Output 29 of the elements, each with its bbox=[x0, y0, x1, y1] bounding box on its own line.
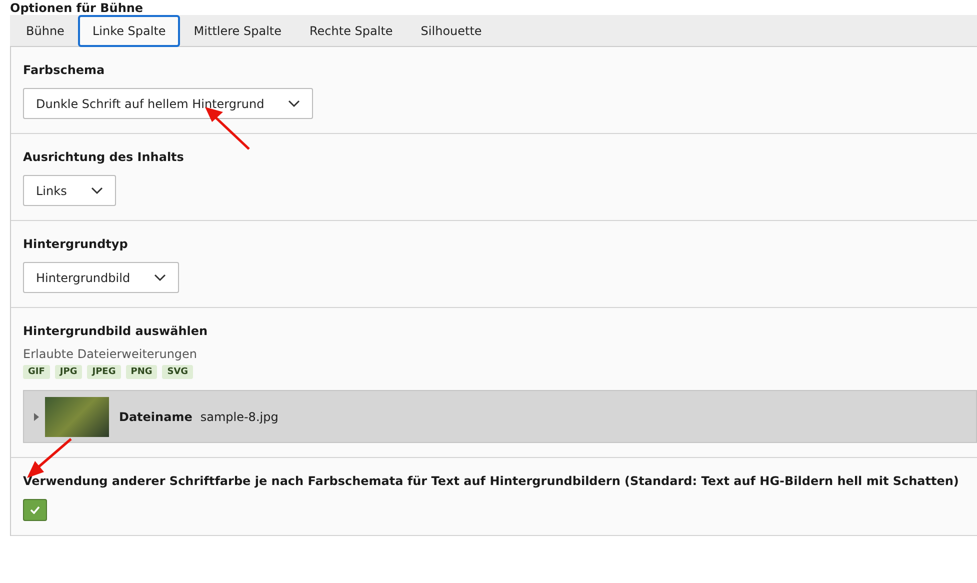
chevron-down-icon bbox=[90, 186, 103, 194]
field-label: Farbschema bbox=[23, 63, 106, 77]
extension-tag: JPEG bbox=[87, 365, 121, 379]
extension-tag: JPG bbox=[54, 365, 82, 379]
tab[interactable]: Mittlere Spalte bbox=[180, 15, 296, 47]
field-label: Hintergrundtyp bbox=[23, 237, 129, 251]
field-label: Ausrichtung des Inhalts bbox=[23, 150, 185, 164]
chevron-down-icon bbox=[288, 100, 300, 108]
select-dropdown[interactable]: Links bbox=[23, 175, 116, 206]
field-label: Verwendung anderer Schriftfarbe je nach Farbschemata für Text auf Hintergrundbildern (Standard: Text auf HG-Bildern hell mit Schatten) bbox=[23, 474, 960, 488]
tab[interactable]: Rechte Spalte bbox=[296, 15, 407, 47]
tab[interactable]: Linke Spalte bbox=[78, 15, 180, 47]
tab[interactable]: Silhouette bbox=[406, 15, 496, 47]
checkbox[interactable] bbox=[23, 499, 47, 521]
chevron-down-icon bbox=[154, 274, 166, 282]
extension-tag: SVG bbox=[162, 365, 194, 379]
select-dropdown[interactable]: Hintergrundbild bbox=[23, 262, 180, 293]
photo-placeholder bbox=[45, 396, 109, 436]
allowed-extensions-label: Erlaubte Dateierweiterungen bbox=[23, 347, 198, 361]
section-heading: Optionen für Bühne bbox=[10, 0, 144, 15]
checkmark-icon bbox=[30, 506, 40, 514]
extension-tag: PNG bbox=[126, 365, 158, 379]
field-label: Hintergrundbild auswählen bbox=[23, 324, 209, 338]
file-name: sample-8.jpg bbox=[200, 410, 278, 424]
select-dropdown[interactable]: Dunkle Schrift auf hellem Hintergrund bbox=[23, 88, 314, 119]
file-name-label: Dateiname bbox=[119, 410, 192, 424]
file-reference-row[interactable]: Dateiname sample-8.jpg bbox=[23, 390, 977, 443]
tab[interactable]: Bühne bbox=[12, 15, 78, 47]
extension-tag: GIF bbox=[23, 365, 50, 379]
